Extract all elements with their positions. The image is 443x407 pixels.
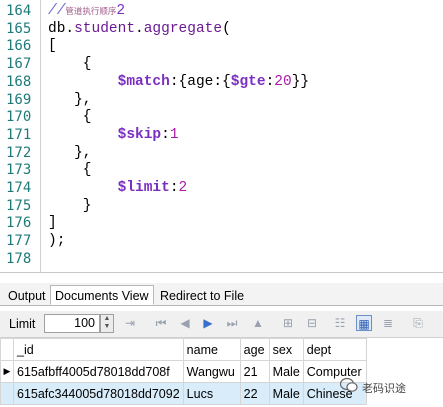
code-line[interactable]: 171 $skip:1 [0,126,443,146]
limit-input[interactable]: 100 [44,314,100,333]
code-line[interactable]: 178 [0,250,443,270]
code-line[interactable]: 166 [ [0,37,443,57]
chevron-up-icon[interactable]: ▲ [101,315,113,323]
code-line[interactable]: 175 } [0,197,443,217]
code-line[interactable]: 176] [0,214,443,234]
table-row[interactable]: ▶ 615afbff4005d78018dd708f Wangwu 21 Mal… [0,360,367,383]
code-line[interactable]: 173 { [0,161,443,181]
line-number: 176 [6,215,32,232]
text-view-icon[interactable]: ≣ [380,315,396,331]
code-text: }, [48,91,92,108]
column-header-id[interactable]: _id [13,338,184,361]
code-text: [ [48,38,57,55]
code-text: $match:{age:{$gte:20}} [117,73,310,90]
column-header-sex[interactable]: sex [268,338,304,361]
code-text: { [48,109,92,126]
line-number: 177 [6,233,32,250]
code-text: }, [48,144,92,161]
line-number: 172 [6,144,32,161]
cell-name[interactable]: Lucs [182,382,241,405]
end-page-icon[interactable]: ⏭ [224,315,240,331]
line-number: 171 [6,126,32,143]
tab-redirect-to-file[interactable]: Redirect to File [155,285,249,305]
line-number: 169 [6,91,32,108]
table-row[interactable]: 615afc344005d78018dd7092 Lucs 22 Male Ch… [0,382,367,405]
tab-documents-view[interactable]: Documents View [50,285,154,305]
column-header-dept[interactable]: dept [302,338,367,361]
code-text: db.student.aggregate( [48,20,231,37]
line-number: 170 [6,109,32,126]
cell-age[interactable]: 21 [239,360,270,383]
cell-id[interactable]: 615afbff4005d78018dd708f [13,360,184,383]
first-page-icon[interactable]: ⏮ [153,315,169,331]
code-line[interactable]: 170 { [0,108,443,128]
column-header-age[interactable]: age [239,338,270,361]
code-line[interactable]: 168 $match:{age:{$gte:20}} [0,73,443,93]
line-number: 175 [6,197,32,214]
grid-view-icon[interactable]: ▦ [356,315,372,331]
line-number: 173 [6,162,32,179]
cell-sex[interactable]: Male [268,382,304,405]
next-page-icon[interactable]: ▶ [200,315,216,331]
limit-stepper[interactable]: ▲ ▼ [100,314,114,333]
line-number: 168 [6,73,32,90]
up-icon[interactable]: ▲ [250,315,266,331]
code-text: ] [48,215,57,232]
code-line[interactable]: 164//管道执行顺序2 [0,2,443,22]
wechat-icon [340,377,358,392]
cell-id[interactable]: 615afc344005d78018dd7092 [13,382,184,405]
line-number: 174 [6,180,32,196]
grid-header-row: _id name age sex dept [0,338,367,361]
line-number: 165 [6,20,32,37]
code-text: $skip:1 [117,126,179,143]
results-toolbar: Limit 100 ▲ ▼ ⇥ ⏮ ◀ ▶ ⏭ ▲ ⊞ ⊟ ☷ ▦ ≣ ⎘ [0,311,443,338]
column-header-name[interactable]: name [182,338,241,361]
result-tabs: Output Documents View Redirect to File [0,283,443,306]
row-indicator [0,382,14,405]
code-text: { [48,56,92,73]
remove-icon[interactable]: ⊟ [304,315,320,331]
row-indicator-icon: ▶ [0,360,14,383]
last-page-icon[interactable]: ⇥ [122,315,138,331]
chevron-down-icon[interactable]: ▼ [101,323,113,331]
line-number: 164 [6,3,32,19]
code-line[interactable]: 169 }, [0,91,443,111]
code-text: $limit:2 [117,180,188,196]
code-text: } [48,197,92,214]
tab-output[interactable]: Output [3,285,51,305]
export-icon[interactable]: ⎘ [410,315,426,331]
add-icon[interactable]: ⊞ [280,315,296,331]
code-text: { [48,162,92,179]
code-line[interactable]: 172 }, [0,144,443,164]
cell-sex[interactable]: Male [268,360,304,383]
row-indicator-header [0,338,14,361]
code-line[interactable]: 167 { [0,55,443,75]
previous-page-icon[interactable]: ◀ [177,315,193,331]
code-line[interactable]: 165 db.student.aggregate( [0,20,443,40]
line-number: 167 [6,56,32,73]
cell-name[interactable]: Wangwu [182,360,241,383]
watermark-text: 老码识途 [362,382,406,395]
code-line[interactable]: 177); [0,232,443,252]
tree-view-icon[interactable]: ☷ [332,315,348,331]
line-number: 166 [6,38,32,55]
code-editor[interactable]: 164//管道执行顺序2 165 db.student.aggregate( 166 [… [0,0,443,273]
line-number: 178 [6,250,32,267]
code-line[interactable]: 174 $limit:2 [0,179,443,199]
code-text: ); [48,233,66,250]
cell-age[interactable]: 22 [239,382,270,405]
limit-label: Limit [9,317,36,331]
